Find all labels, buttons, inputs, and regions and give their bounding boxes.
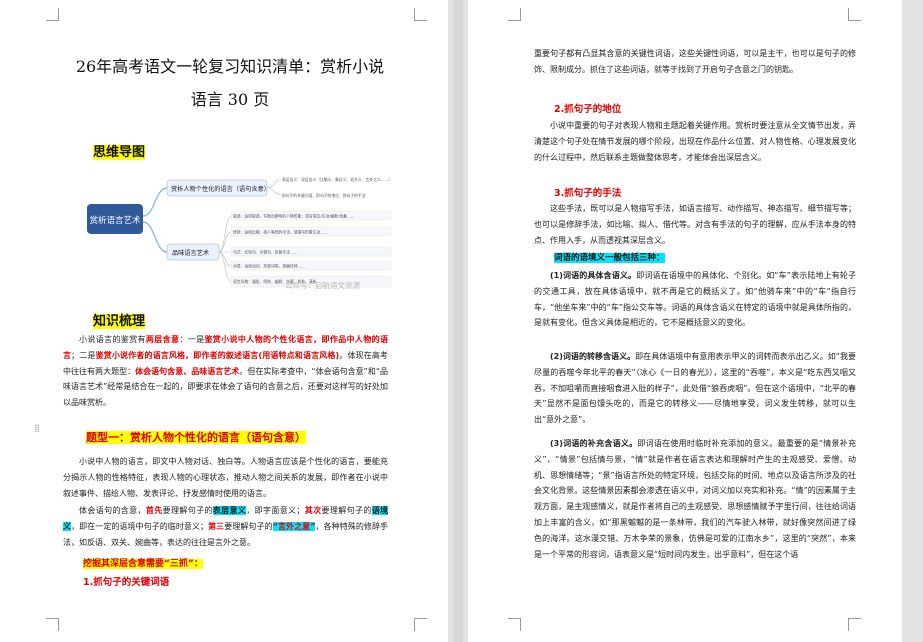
intro-paragraph: 小说语言的鉴赏有两层含意：一是鉴赏小说中人物的个性化语言，即作品中人物的语言；二… <box>63 335 389 408</box>
mindmap-watermark: 公众号：启航语文资源 <box>285 280 360 290</box>
character-language-paragraph: 小说中人物的语言，即文中人物对话、独白等。人物语言应该是个性化的语言，要能充分揭… <box>63 457 388 498</box>
sentence-position-paragraph: 小说中重要的句子对表现人物和主题起着关键作用。赏析时要注意从全文情节出发，弄清楚… <box>534 121 856 162</box>
mindmap-heading: 思维导图 <box>93 145 146 160</box>
mindmap-root-label: 赏析语言艺术 <box>89 215 141 226</box>
mindmap-leaf: 修辞：运用比喻、拟人等修辞手法，使描写形象生动…… <box>233 230 328 235</box>
transferred-meaning-paragraph: (2)词语的转移含语义。即在具体语境中有意用表示甲义的词转而表示出乙义。如“我要… <box>534 352 856 425</box>
section-3-heading: 3.抓句子的手法 <box>554 188 622 199</box>
margin-mark <box>508 8 521 21</box>
document-page-right: 重要句子都有凸显其含意的关键性词语，这些关键性词语，可以是主干，也可以是句子的修… <box>468 0 902 642</box>
document-title-line1: 26年高考语文一轮复习知识清单：赏析小说 <box>75 57 385 76</box>
supplementary-meaning-paragraph: (3)词语的补充含语义。即词语在使用时临时补充添加的意义。最重要的是“情景补充义… <box>534 439 856 559</box>
mindmap-diagram: 赏析语言艺术 赏析人物个性化的语言（语句含意） 表层含义：深层含义（比喻义、象征… <box>87 177 392 290</box>
mindmap-branch2-label: 品味语言艺术 <box>172 249 209 257</box>
document-title-line2: 语言 30 页 <box>190 90 270 109</box>
document-page-left: 26年高考语文一轮复习知识清单：赏析小说 语言 30 页 思维导图 赏析语言艺术… <box>0 0 448 642</box>
mindmap-leaf: 叙述：运用叙述，勾勒出鲜明的人物形象；语言简洁/生动/幽默/含蓄…… <box>233 214 355 219</box>
type1-label: 题型一： <box>86 431 130 444</box>
concrete-meaning-paragraph: (1)词语的具体含语义。即词语在语境中的具体化、个别化。如“车”表示陆地上有轮子… <box>534 271 856 328</box>
mindmap-leaf: 抓句子的关键词语、抓句子的地位、抓句子的手法 <box>282 193 366 198</box>
section-2-heading: 2.抓句子的地位 <box>554 104 622 115</box>
margin-mark <box>414 8 427 21</box>
mindmap-connector <box>218 215 232 283</box>
sentence-meaning-paragraph: 体会语句的含意，首先要理解句子的表层意义，即字面意义；其次要理解句子的语境义，即… <box>63 506 389 547</box>
three-grasps-line: 挖掘其深层含意需要“三抓”： <box>83 559 203 569</box>
knowledge-heading: 知识梳理 <box>93 314 146 329</box>
margin-mark <box>46 618 59 631</box>
margin-mark <box>508 618 521 631</box>
mindmap-connector <box>142 187 168 217</box>
margin-mark <box>46 8 59 21</box>
mindmap-branch1-label: 赏析人物个性化的语言（语句含意） <box>171 185 270 193</box>
page-gap-scrollbar[interactable] <box>453 0 463 642</box>
margin-mark <box>414 618 427 631</box>
margin-mark <box>848 618 861 631</box>
margin-mark <box>848 8 861 21</box>
mindmap-leaf: 表层含义：深层含义（比喻义、象征义、双关义、言外之义……） <box>282 177 392 182</box>
mindmap-leaf: 句式：长短句、对偶句、反复手法…… <box>233 250 298 255</box>
key-words-paragraph: 重要句子都有凸显其含意的关键性词语，这些关键性词语，可以是主干，也可以是句子的修… <box>534 49 856 74</box>
mindmap-leaf: 词语：运用动词、形容词等，准确传神…… <box>233 264 305 269</box>
mindmap-connector <box>142 221 168 253</box>
context-meaning-heading: 词语的语境义一般包括三种： <box>554 253 665 263</box>
section-1-heading: 1.抓句子的关键词语 <box>83 577 170 588</box>
type1-title: 赏析人物个性化的语言（语句含意） <box>130 431 306 444</box>
sentence-technique-paragraph: 这些手法，既可以是人物描写手法，如语言描写、动作描写、神态描写、细节描写等；也可… <box>534 204 856 245</box>
drag-handle-icon[interactable]: ⁞⁞ <box>34 423 40 434</box>
